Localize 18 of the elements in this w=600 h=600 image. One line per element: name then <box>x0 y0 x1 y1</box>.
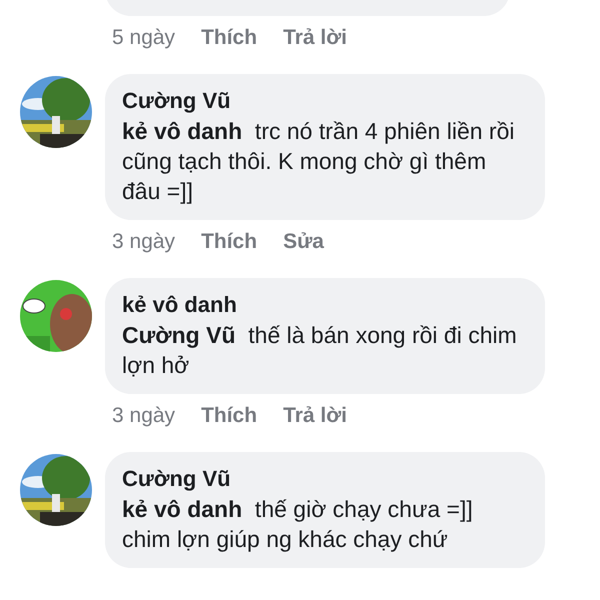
timestamp: 5 ngày <box>112 25 176 51</box>
action-link[interactable]: Trả lời <box>283 24 348 52</box>
action-link[interactable]: Thích <box>201 228 258 256</box>
timestamp: 3 ngày <box>112 403 176 429</box>
author-name[interactable]: Cường Vũ <box>122 464 527 494</box>
comment-text: kẻ vô danh thế giờ chạy chưa =]] chim lợn giúp ng khác chạy chứ <box>122 495 474 554</box>
action-link[interactable]: Sửa <box>283 228 324 256</box>
action-link[interactable]: Trả lời <box>283 402 348 430</box>
author-name[interactable]: kẻ vô danh <box>122 290 527 320</box>
author-name[interactable]: Cường Vũ <box>122 86 527 116</box>
action-link[interactable]: Thích <box>201 402 258 430</box>
mention-link[interactable]: Cường Vũ <box>122 322 236 348</box>
comment-text: kẻ vô danh trc nó trần 4 phiên liền rồi cũng tạch thôi. K mong chờ gì thêm đâu =]] <box>122 117 516 206</box>
action-link[interactable]: Thích <box>201 24 258 52</box>
timestamp: 3 ngày <box>112 229 176 255</box>
mention-link[interactable]: kẻ vô danh <box>122 118 242 144</box>
comment-text: Cường Vũ thế là bán xong rồi đi chim lợn hở <box>122 321 518 380</box>
mention-link[interactable]: kẻ vô danh <box>122 496 242 522</box>
